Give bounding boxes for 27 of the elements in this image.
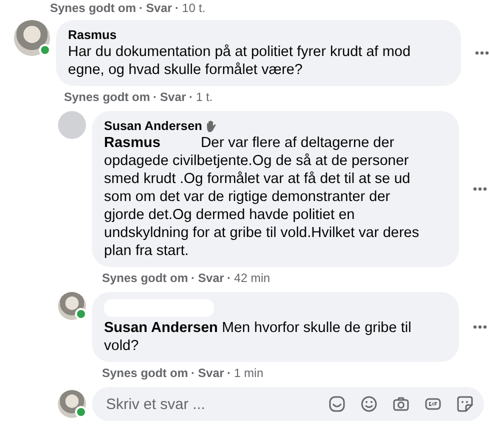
action-link[interactable]: Svar <box>198 271 224 285</box>
comment-text: Rasmus Der var flere af deltagerne der opdagede civilbetjente.Og de så at de personer smed krudt .Og formålet var at få det til at se ud som om det var de rigtige demonstranter der gjorde det.Og dermed havde politiet en undskyldning for at gribe til vold.Hvilket var deres plan fra start. <box>104 134 420 260</box>
action-link[interactable]: Synes godt om <box>50 1 136 15</box>
timestamp[interactable]: 1 t. <box>196 90 213 104</box>
separator: · <box>227 366 232 380</box>
author-name[interactable]: Susan Andersen <box>104 118 202 134</box>
separator: · <box>139 1 144 15</box>
timestamp[interactable]: 10 t. <box>182 1 206 15</box>
separator: · <box>189 90 194 104</box>
comment-text: Susan Andersen Men hvorfor skulle de gribe til vold? <box>104 319 412 355</box>
action-link[interactable]: Svar <box>160 90 186 104</box>
author-name[interactable]: Rasmus <box>68 27 117 43</box>
action-link[interactable]: Svar <box>146 1 172 15</box>
comment-text: Har du dokumentation på at politiet fyrer krudt af mod egne, og hvad skulle formålet være? <box>68 43 412 79</box>
separator: · <box>227 271 232 285</box>
separator: · <box>191 271 196 285</box>
reply-input[interactable]: Skriv et svar ... <box>104 394 328 414</box>
timestamp[interactable]: 42 min <box>234 271 270 285</box>
separator: · <box>175 1 180 15</box>
timestamp[interactable]: 1 min <box>234 366 264 380</box>
action-link[interactable]: Synes godt om <box>64 90 150 104</box>
action-link[interactable]: Svar <box>198 366 224 380</box>
action-link[interactable]: Synes godt om <box>102 271 188 285</box>
separator: · <box>191 366 196 380</box>
reply-field[interactable]: Skriv et svar ... <box>92 387 484 421</box>
action-link[interactable]: Synes godt om <box>102 366 188 380</box>
separator: · <box>153 90 158 104</box>
